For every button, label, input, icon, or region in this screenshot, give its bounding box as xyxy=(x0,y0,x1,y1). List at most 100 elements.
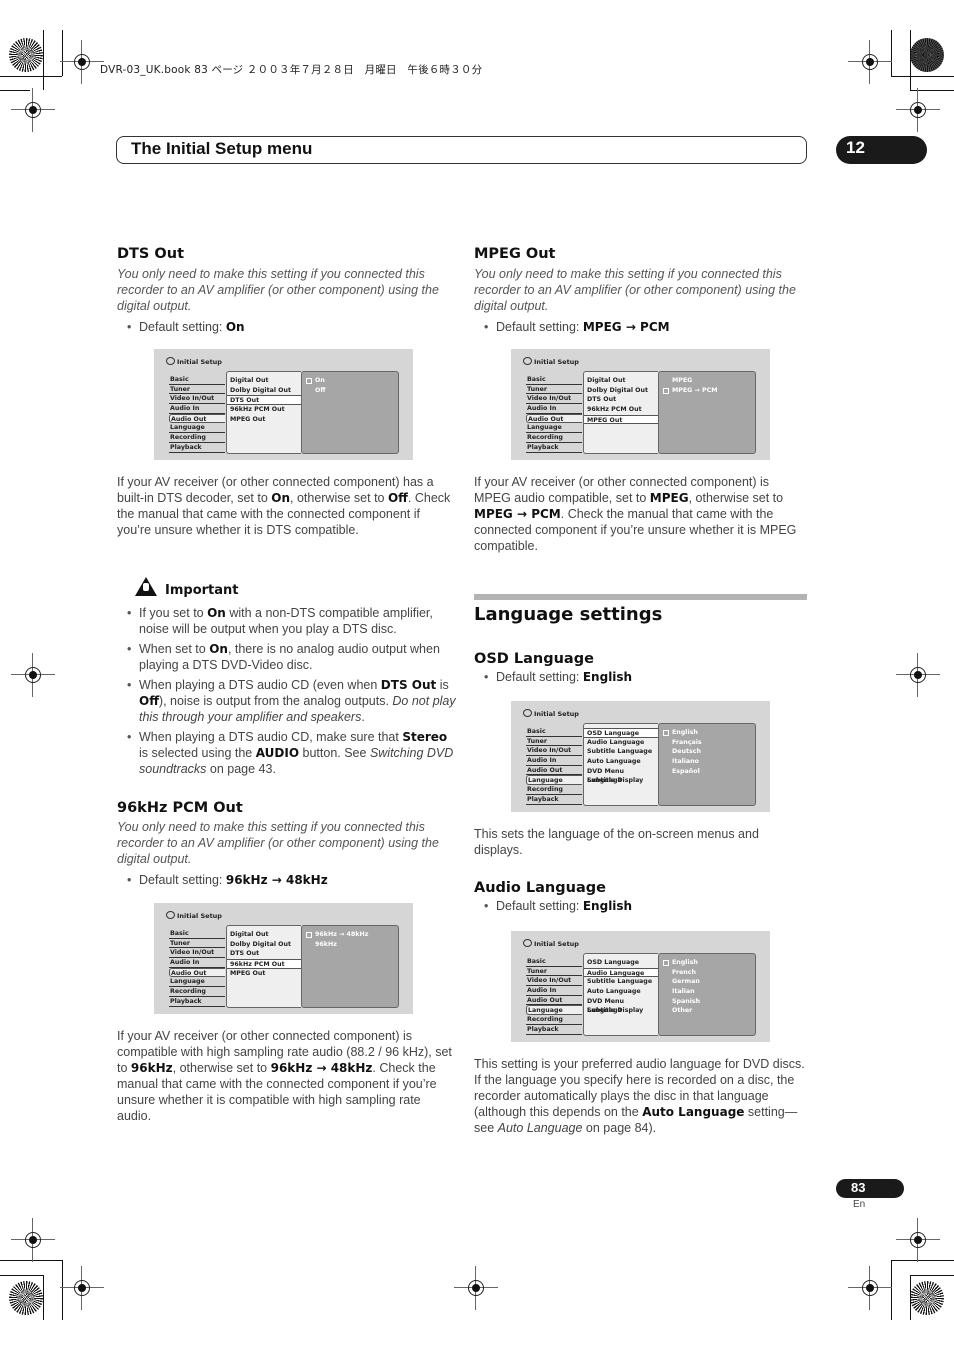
menu-item[interactable]: Auto Language xyxy=(584,987,658,997)
menu-category[interactable]: Tuner xyxy=(526,737,582,747)
menu-item[interactable]: Digital Out xyxy=(227,930,301,940)
section-heading: Audio Language xyxy=(474,880,606,896)
menu-item[interactable]: Digital Out xyxy=(584,376,658,386)
menu-category[interactable]: Language xyxy=(526,423,582,434)
menu-item[interactable]: DVD Menu Language xyxy=(584,997,658,1015)
menu-option[interactable]: Other xyxy=(659,1006,755,1016)
menu-item[interactable]: Dolby Digital Out xyxy=(227,386,301,396)
menu-item[interactable]: 96kHz PCM Out xyxy=(584,405,658,415)
menu-category[interactable]: Video In/Out xyxy=(169,394,225,405)
menu-option[interactable]: Spanish xyxy=(659,997,755,1007)
menu-item[interactable]: Subtitle Language xyxy=(584,747,658,757)
menu-option[interactable]: 96kHz → 48kHz xyxy=(302,930,398,940)
menu-option[interactable]: MPEG xyxy=(659,376,755,386)
menu-category[interactable]: Audio In xyxy=(169,958,225,968)
menu-category[interactable]: Tuner xyxy=(169,939,225,949)
menu-option[interactable]: Français xyxy=(659,738,755,748)
section-heading: OSD Language xyxy=(474,651,594,667)
menu-category[interactable]: Tuner xyxy=(526,385,582,395)
menu-item[interactable]: Dolby Digital Out xyxy=(227,940,301,950)
menu-option[interactable]: On xyxy=(302,376,398,386)
body-text: This setting is your preferred audio lan… xyxy=(474,1057,805,1135)
menu-item[interactable]: Subtitle Display xyxy=(584,776,658,786)
menu-category[interactable]: Tuner xyxy=(526,967,582,977)
menu-category[interactable]: Audio Out xyxy=(169,967,225,978)
menu-category[interactable]: Audio In xyxy=(526,756,582,766)
menu-item[interactable]: DTS Out xyxy=(227,395,301,406)
menu-title: Initial Setup xyxy=(523,357,579,366)
menu-item[interactable]: 96kHz PCM Out xyxy=(227,405,301,415)
menu-categories: Basic Tuner Video In/Out Audio In Audio Out L… xyxy=(526,957,582,1035)
trim-line xyxy=(891,1260,954,1261)
menu-item[interactable]: Audio Language xyxy=(584,967,658,978)
menu-category[interactable]: Video In/Out xyxy=(526,394,582,405)
menu-category[interactable]: Playback xyxy=(526,1025,582,1035)
menu-item[interactable]: DTS Out xyxy=(584,395,658,405)
menu-option[interactable]: English xyxy=(659,728,755,738)
menu-category[interactable]: Basic xyxy=(526,957,582,967)
menu-category[interactable]: Basic xyxy=(169,375,225,385)
menu-option[interactable]: English xyxy=(659,958,755,968)
trim-line xyxy=(891,1260,892,1320)
menu-category[interactable]: Recording xyxy=(526,785,582,795)
menu-option[interactable]: Deutsch xyxy=(659,747,755,757)
menu-category[interactable]: Recording xyxy=(169,987,225,997)
menu-category[interactable]: Language xyxy=(526,775,582,786)
menu-category[interactable]: Recording xyxy=(169,433,225,443)
menu-item[interactable]: Subtitle Language xyxy=(584,977,658,987)
registration-sunburst-top-left xyxy=(9,38,43,72)
menu-category[interactable]: Audio Out xyxy=(526,996,582,1006)
trim-line xyxy=(0,1260,62,1261)
menu-item[interactable]: OSD Language xyxy=(584,728,658,738)
menu-option[interactable]: German xyxy=(659,977,755,987)
menu-category[interactable]: Basic xyxy=(526,375,582,385)
menu-item[interactable]: Digital Out xyxy=(227,376,301,386)
menu-category[interactable]: Recording xyxy=(526,1015,582,1025)
menu-category[interactable]: Basic xyxy=(526,727,582,737)
menu-item[interactable]: DTS Out xyxy=(227,949,301,959)
menu-category[interactable]: Recording xyxy=(526,433,582,443)
menu-option[interactable]: MPEG → PCM xyxy=(659,386,755,396)
menu-category[interactable]: Audio Out xyxy=(526,766,582,776)
menu-item[interactable]: DVD Menu Language xyxy=(584,767,658,785)
menu-category[interactable]: Playback xyxy=(169,997,225,1007)
crosshair-mark xyxy=(896,653,940,697)
menu-option[interactable]: Off xyxy=(302,386,398,396)
menu-category[interactable]: Playback xyxy=(526,795,582,805)
menu-option[interactable]: Español xyxy=(659,767,755,777)
menu-category[interactable]: Language xyxy=(526,1005,582,1016)
menu-category[interactable]: Video In/Out xyxy=(526,976,582,987)
menu-option[interactable]: Italian xyxy=(659,987,755,997)
menu-item[interactable]: Subtitle Display xyxy=(584,1006,658,1016)
menu-category[interactable]: Audio In xyxy=(169,404,225,414)
menu-category[interactable]: Video In/Out xyxy=(169,948,225,959)
default-setting: Default setting: MPEG → PCM xyxy=(474,319,809,335)
menu-item[interactable]: Audio Language xyxy=(584,738,658,748)
menu-option[interactable]: 96kHz xyxy=(302,940,398,950)
menu-item[interactable]: OSD Language xyxy=(584,958,658,968)
trim-line xyxy=(43,1275,44,1320)
menu-category[interactable]: Video In/Out xyxy=(526,746,582,757)
menu-category[interactable]: Audio Out xyxy=(169,413,225,424)
menu-option[interactable]: Italiano xyxy=(659,757,755,767)
section-96khz-pcm-out: 96kHz PCM Out You only need to make this… xyxy=(117,800,452,888)
menu-item[interactable]: 96kHz PCM Out xyxy=(227,959,301,969)
menu-category[interactable]: Audio In xyxy=(526,404,582,414)
menu-category[interactable]: Language xyxy=(169,977,225,988)
menu-category[interactable]: Basic xyxy=(169,929,225,939)
menu-category[interactable]: Audio Out xyxy=(526,413,582,424)
menu-item[interactable]: MPEG Out xyxy=(227,969,301,979)
chapter-number-badge: 12 xyxy=(836,136,927,164)
default-setting: Default setting: On xyxy=(117,319,452,335)
menu-category[interactable]: Audio In xyxy=(526,986,582,996)
menu-category[interactable]: Language xyxy=(169,423,225,434)
menu-item[interactable]: Dolby Digital Out xyxy=(584,386,658,396)
menu-item[interactable]: MPEG Out xyxy=(584,414,658,425)
menu-option[interactable]: French xyxy=(659,968,755,978)
menu-category[interactable]: Playback xyxy=(526,443,582,453)
menu-item[interactable]: Auto Language xyxy=(584,757,658,767)
menu-category[interactable]: Playback xyxy=(169,443,225,453)
menu-category[interactable]: Tuner xyxy=(169,385,225,395)
warning-hand-icon xyxy=(135,577,157,596)
menu-item[interactable]: MPEG Out xyxy=(227,415,301,425)
